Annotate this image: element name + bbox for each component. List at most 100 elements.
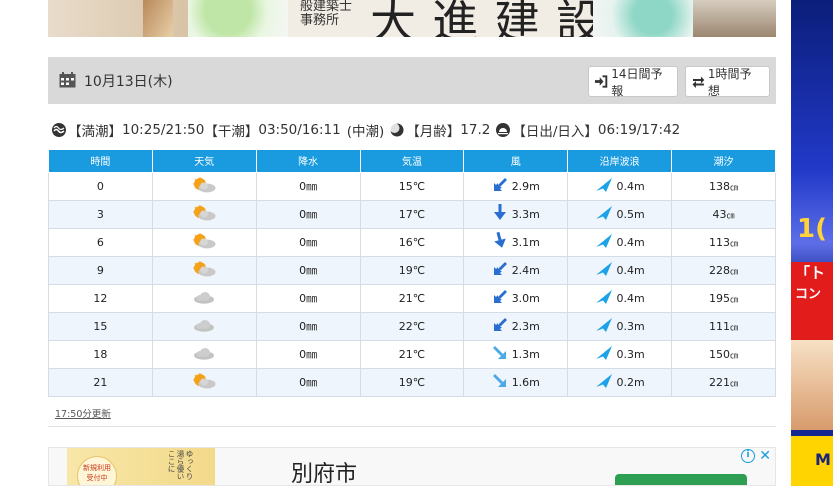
wind-direction-arrow-icon — [492, 204, 508, 224]
temperature-cell: 15℃ — [359, 171, 465, 201]
precipitation-cell: 0㎜ — [255, 283, 361, 313]
tide-cell: 150㎝ — [671, 339, 776, 369]
bottom-ad-cta-button[interactable] — [615, 474, 747, 485]
tide-height: 228 — [709, 263, 731, 277]
tide-height: 195 — [709, 291, 731, 305]
wave-height: 0.4m — [616, 235, 645, 249]
wave-direction-arrow-icon — [595, 233, 613, 252]
wind-cell: 3.0m — [463, 283, 569, 313]
tide-height: 221 — [709, 375, 731, 389]
sign-in-icon — [595, 75, 608, 88]
tide-info-line: 【満潮】 10:25/21:50 【干潮】 03:50/16:11 (中潮) 【… — [52, 120, 680, 140]
low-tide-value: 03:50/16:11 — [258, 122, 341, 138]
ad-close-icon[interactable]: ✕ — [759, 448, 771, 464]
wave-height: 0.4m — [616, 263, 645, 277]
wind-cell: 2.4m — [463, 255, 569, 285]
wind-cell: 3.3m — [463, 199, 569, 229]
wave-cell: 0.4m — [567, 227, 673, 257]
banner-company-name: 大進建設 — [370, 0, 618, 37]
wind-cell: 2.3m — [463, 311, 569, 341]
tide-height: 150 — [709, 347, 731, 361]
wave-height: 0.5m — [616, 207, 645, 221]
moon-icon — [390, 123, 404, 137]
divider — [48, 426, 776, 427]
weather-cell — [151, 339, 257, 369]
wave-height: 0.4m — [616, 291, 645, 305]
wind-speed: 3.0m — [511, 291, 540, 305]
weather-cell — [151, 255, 257, 285]
tide-unit: ㎝ — [730, 182, 739, 192]
partly-cloudy-icon — [192, 260, 216, 280]
forecast-date: 10月13日(木) — [84, 74, 173, 90]
time-cell: 12 — [48, 283, 153, 313]
header-wave: 沿岸波浪 — [567, 150, 673, 173]
banner-decor-image — [188, 0, 288, 37]
wave-cell: 0.4m — [567, 283, 673, 313]
wave-height: 0.2m — [616, 375, 645, 389]
header-wind: 風 — [463, 150, 569, 173]
wave-direction-arrow-icon — [595, 373, 613, 392]
tide-cell: 138㎝ — [671, 171, 776, 201]
precipitation-cell: 0㎜ — [255, 367, 361, 397]
wave-direction-arrow-icon — [595, 289, 613, 308]
bottom-ad-image: 新規利用 受付中 ゆっくり 湯ら優い ここに — [67, 448, 215, 485]
side-banner-ad[interactable]: 1( 「ト コン M — [791, 0, 833, 486]
sunrise-sunset-label: 【日出/日入】 — [512, 124, 598, 140]
wave-cell: 0.5m — [567, 199, 673, 229]
14-day-forecast-button[interactable]: 14日間予報 — [588, 66, 678, 98]
low-tide-label: 【干潮】 — [204, 124, 259, 140]
sunrise-sunset-value: 06:19/17:42 — [597, 122, 681, 138]
wave-direction-arrow-icon — [595, 345, 613, 364]
precipitation-cell: 0㎜ — [255, 199, 361, 229]
wind-speed: 1.6m — [511, 375, 540, 389]
header-temperature: 気温 — [359, 150, 465, 173]
last-updated-link[interactable]: 17:50分更新 — [55, 406, 111, 420]
banner-small-text: 般建築士 事務所 — [300, 0, 353, 28]
precipitation-cell: 0㎜ — [255, 255, 361, 285]
wave-cell: 0.4m — [567, 171, 673, 201]
temperature-cell: 21℃ — [359, 283, 465, 313]
wind-direction-arrow-icon — [492, 231, 508, 252]
time-cell: 3 — [48, 199, 153, 229]
cloudy-icon — [192, 347, 216, 363]
partly-cloudy-icon — [192, 204, 216, 224]
1-hour-forecast-button[interactable]: 1時間予想 — [685, 66, 770, 98]
high-tide-label: 【満潮】 — [68, 124, 122, 140]
forecast-row: 0 0㎜ 15℃ 2.9m 0.4m 138㎝ — [48, 171, 776, 201]
tide-type: (中潮) — [346, 124, 385, 140]
ad-info-icon[interactable]: i — [741, 449, 755, 463]
tide-unit: ㎝ — [730, 294, 739, 304]
forecast-row: 9 0㎜ 19℃ 2.4m 0.4m 228㎝ — [48, 255, 776, 285]
bottom-banner-ad[interactable]: 新規利用 受付中 ゆっくり 湯ら優い ここに 別府市 i ✕ — [48, 447, 776, 486]
temperature-cell: 19℃ — [359, 255, 465, 285]
wind-direction-arrow-icon — [492, 289, 508, 308]
header-tide: 潮汐 — [671, 150, 776, 173]
banner-room-image — [693, 0, 776, 37]
tide-unit: ㎝ — [730, 322, 739, 332]
tide-unit: ㎝ — [730, 238, 739, 248]
tide-height: 138 — [709, 179, 731, 193]
precipitation-cell: 0㎜ — [255, 171, 361, 201]
top-banner-ad[interactable]: 般建築士 事務所 大進建設 — [48, 0, 776, 37]
temperature-cell: 16℃ — [359, 227, 465, 257]
wave-height: 0.4m — [616, 179, 645, 193]
moon-age-label: 【月齢】 — [406, 124, 461, 140]
tide-unit: ㎝ — [726, 210, 735, 220]
tide-cell: 195㎝ — [671, 283, 776, 313]
cloudy-icon — [192, 291, 216, 307]
time-cell: 18 — [48, 339, 153, 369]
1-hour-forecast-label: 1時間予想 — [707, 66, 752, 98]
forecast-row: 6 0㎜ 16℃ 3.1m 0.4m 113㎝ — [48, 227, 776, 257]
wave-height: 0.3m — [616, 347, 645, 361]
forecast-row: 15 0㎜ 22℃ 2.3m 0.3m 111㎝ — [48, 311, 776, 341]
weather-cell — [151, 367, 257, 397]
wave-direction-arrow-icon — [595, 317, 613, 336]
forecast-row: 3 0㎜ 17℃ 3.3m 0.5m 43㎝ — [48, 199, 776, 229]
tide-cell: 111㎝ — [671, 311, 776, 341]
wind-cell: 2.9m — [463, 171, 569, 201]
tide-cell: 43㎝ — [671, 199, 776, 229]
wind-direction-arrow-icon — [492, 373, 508, 392]
weather-cell — [151, 283, 257, 313]
header-precipitation: 降水 — [255, 150, 361, 173]
weather-cell — [151, 227, 257, 257]
